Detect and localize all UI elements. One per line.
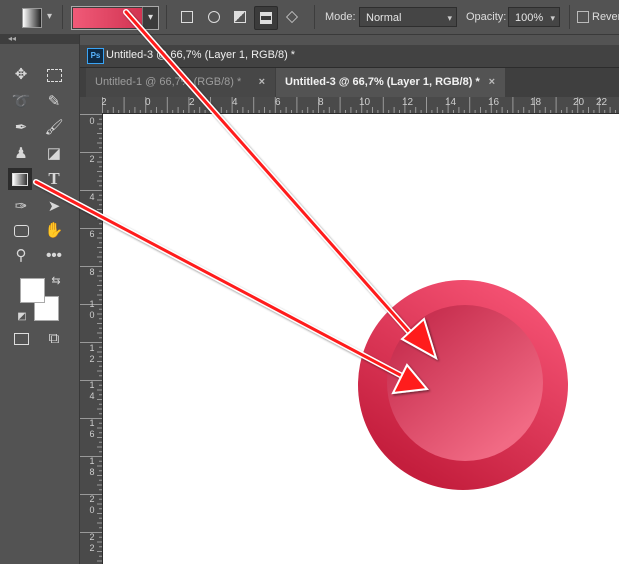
chevron-down-icon[interactable]: ▾ <box>142 7 158 29</box>
document-tabs: Untitled-1 @ 66,7% (RGB/8) * × Untitled-… <box>80 68 619 97</box>
move-tool-icon[interactable]: ✥ <box>9 64 33 86</box>
tab-untitled-3[interactable]: Untitled-3 @ 66,7% (Layer 1, RGB/8) * × <box>276 68 505 97</box>
divider <box>569 5 570 29</box>
gradient-preview[interactable] <box>73 8 142 28</box>
eraser-tool-icon[interactable]: ◪ <box>42 143 66 165</box>
ruler-label: 2 0 <box>89 494 95 515</box>
angle-gradient-icon[interactable] <box>229 6 251 28</box>
ruler-label: 2 2 <box>89 532 95 553</box>
ruler-label: 6 <box>89 229 95 239</box>
default-colors-icon[interactable]: ◩ <box>10 306 34 328</box>
mode-value: Normal <box>366 12 402 24</box>
vertical-ruler[interactable]: 0 2 4 6 8 1 0 1 2 1 4 1 6 1 8 2 0 2 2 <box>80 113 103 564</box>
document-title-bar[interactable]: Ps Untitled-3 @ 66,7% (Layer 1, RGB/8) * <box>80 45 619 68</box>
ruler-label: 1 0 <box>89 299 95 320</box>
reflected-gradient-icon[interactable] <box>254 6 278 30</box>
gradient-picker[interactable]: ▾ <box>71 6 159 30</box>
reverse-label: Revers <box>592 11 619 23</box>
tab-label: Untitled-3 @ 66,7% (Layer 1, RGB/8) * <box>285 76 480 88</box>
lasso-tool-icon[interactable]: ➰ <box>9 91 33 113</box>
ruler-label: 4 <box>89 192 95 202</box>
divider <box>314 5 315 29</box>
brush-tool-icon[interactable]: 🖌 <box>42 117 66 139</box>
ruler-label: 12 <box>402 97 414 108</box>
ruler-label: 8 <box>318 97 324 108</box>
ruler-label: 18 <box>530 97 542 108</box>
ruler-label: 2 <box>89 154 95 164</box>
chevron-down-icon: ▾ <box>447 13 452 23</box>
path-selection-tool-icon[interactable]: ➤ <box>42 196 66 218</box>
screen-mode-icon[interactable]: ⧉ <box>42 328 66 350</box>
chevron-down-icon: ▾ <box>550 13 555 23</box>
linear-gradient-icon[interactable] <box>176 6 198 28</box>
mode-label: Mode: <box>325 11 356 23</box>
foreground-color-swatch[interactable] <box>20 278 45 303</box>
options-bar: ▾ ▾ Mode: Normal ▾ Opacity: 100% ▾ Rever… <box>0 0 619 35</box>
collapse-panel-button[interactable]: ◂◂ <box>0 34 79 44</box>
ruler-label: 6 <box>275 97 281 108</box>
zoom-tool-icon[interactable]: ⚲ <box>9 245 33 267</box>
quick-selection-tool-icon[interactable]: ✎ <box>42 91 66 113</box>
type-tool-icon[interactable]: T <box>42 168 66 190</box>
button-inner-face <box>387 305 543 461</box>
ruler-label: 4 <box>232 97 238 108</box>
hand-tool-icon[interactable]: ✋ <box>42 220 66 242</box>
ruler-label: 0 <box>145 97 151 108</box>
gradient-tool-icon[interactable] <box>8 168 32 190</box>
photoshop-icon: Ps <box>87 48 104 64</box>
quick-mask-icon[interactable] <box>9 328 33 350</box>
marquee-tool-icon[interactable] <box>42 64 66 86</box>
ruler-label: 22 <box>596 97 608 108</box>
ruler-label: 1 4 <box>89 380 95 401</box>
swap-colors-icon[interactable]: ⇆ <box>44 270 68 292</box>
ruler-label: 1 8 <box>89 456 95 477</box>
horizontal-ruler[interactable]: 2 0 2 4 6 8 10 12 14 16 18 20 22 <box>102 97 619 114</box>
document-canvas[interactable] <box>103 114 619 564</box>
close-icon[interactable]: × <box>489 68 495 97</box>
ruler-label: 2 <box>189 97 195 108</box>
divider <box>62 5 63 29</box>
ruler-label: 8 <box>89 267 95 277</box>
tab-untitled-1[interactable]: Untitled-1 @ 66,7% (RGB/8) * × <box>86 68 275 97</box>
divider <box>166 5 167 29</box>
document-title: Untitled-3 @ 66,7% (Layer 1, RGB/8) * <box>106 49 296 61</box>
button-artwork <box>358 280 568 490</box>
pen-tool-icon[interactable]: ✑ <box>9 196 33 218</box>
ruler-label: 10 <box>359 97 371 108</box>
ruler-label: 1 6 <box>89 418 95 439</box>
radial-gradient-icon[interactable] <box>203 6 225 28</box>
mode-select[interactable]: Normal ▾ <box>359 7 457 27</box>
ruler-label: 16 <box>488 97 500 108</box>
opacity-value: 100% <box>515 12 544 24</box>
ruler-label: 14 <box>445 97 457 108</box>
tools-panel: ◂◂ ✥ ➰ ✎ ✒ 🖌 ♟ ◪ T ✑ ➤ ✋ ⚲ ••• ⇆ ◩ ⧉ <box>0 34 80 564</box>
ruler-label: 2 <box>102 97 107 108</box>
ruler-label: 20 <box>573 97 585 108</box>
opacity-input[interactable]: 100% ▾ <box>508 7 560 27</box>
eyedropper-tool-icon[interactable]: ✒ <box>9 117 33 139</box>
tab-label: Untitled-1 @ 66,7% (RGB/8) * <box>95 76 242 88</box>
shape-tool-icon[interactable] <box>9 220 33 242</box>
reverse-checkbox[interactable] <box>577 11 589 23</box>
ruler-corner <box>80 97 103 114</box>
clone-stamp-tool-icon[interactable]: ♟ <box>9 143 33 165</box>
chevron-down-icon[interactable]: ▾ <box>47 11 52 22</box>
close-icon[interactable]: × <box>259 68 265 97</box>
gradient-tool-icon[interactable] <box>22 8 42 28</box>
diamond-gradient-icon[interactable] <box>281 6 303 28</box>
ruler-label: 1 2 <box>89 343 95 364</box>
more-tools-icon[interactable]: ••• <box>42 245 66 267</box>
opacity-label: Opacity: <box>466 11 507 23</box>
ruler-label: 0 <box>89 116 95 126</box>
